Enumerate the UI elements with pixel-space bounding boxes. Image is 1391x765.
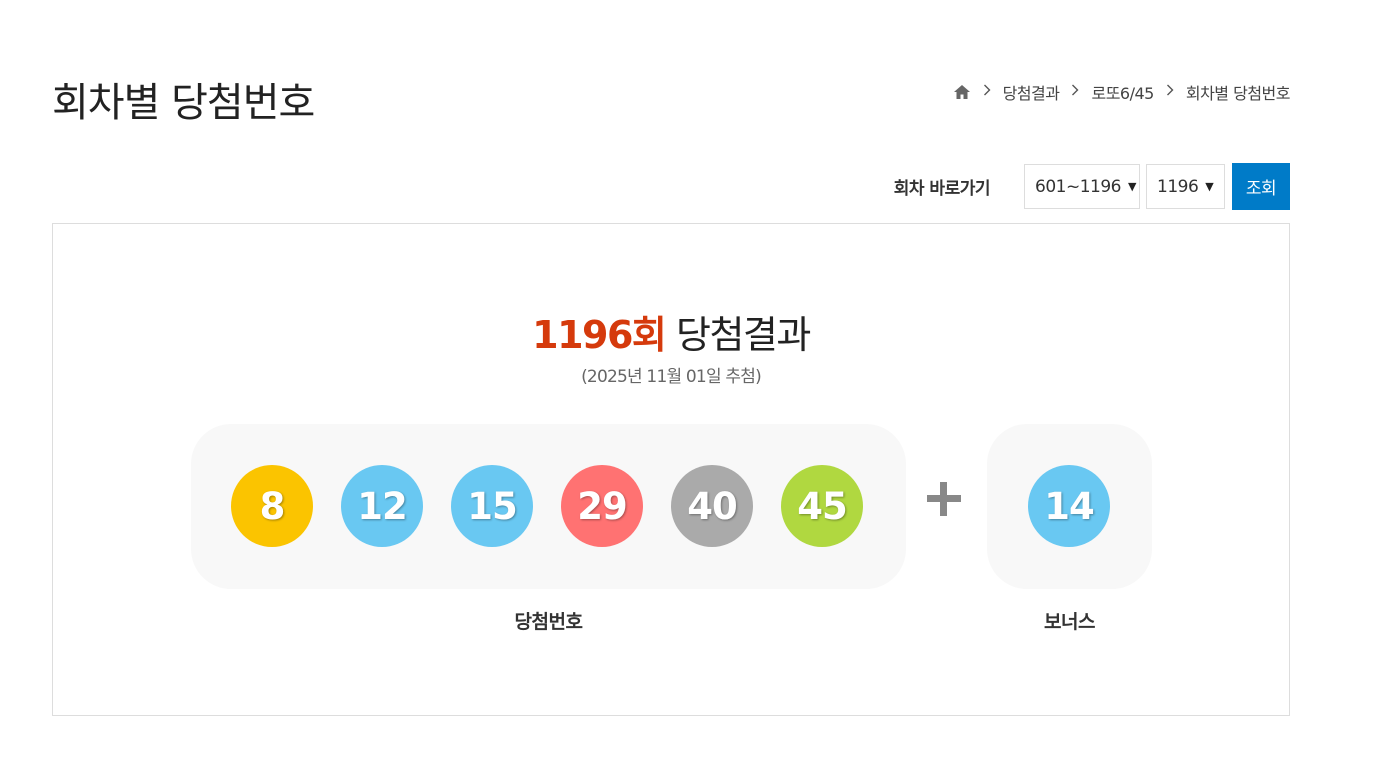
result-title-suffix: 당첨결과 xyxy=(675,313,811,357)
winning-ball: 29 xyxy=(561,465,643,547)
chevron-right-icon xyxy=(1071,84,1079,100)
page-title: 회차별 당첨번호 xyxy=(52,80,315,126)
caret-down-icon: ▼ xyxy=(1127,180,1136,193)
winning-ball: 15 xyxy=(451,465,533,547)
range-select[interactable]: 601~1196 ▼ xyxy=(1024,164,1140,209)
bonus-number-panel: 14 xyxy=(987,424,1152,589)
search-button[interactable]: 조회 xyxy=(1232,163,1290,210)
breadcrumb-item-results[interactable]: 당첨결과 xyxy=(1003,80,1060,104)
breadcrumb-item-lotto[interactable]: 로또6/45 xyxy=(1091,80,1154,104)
winning-numbers-panel: 8 12 15 29 40 45 xyxy=(191,424,906,589)
home-icon[interactable] xyxy=(953,83,971,101)
round-select-value: 1196 xyxy=(1157,176,1199,197)
chevron-right-icon xyxy=(1166,84,1174,100)
plus-icon xyxy=(927,482,961,516)
winning-numbers-label: 당첨번호 xyxy=(514,611,583,633)
bonus-label: 보너스 xyxy=(1044,611,1095,633)
breadcrumb: 당첨결과 로또6/45 회차별 당첨번호 xyxy=(953,80,1291,104)
winning-ball: 12 xyxy=(341,465,423,547)
bonus-ball: 14 xyxy=(1028,465,1110,547)
round-navigation: 회차 바로가기 601~1196 ▼ 1196 ▼ 조회 xyxy=(894,163,1290,210)
round-navigation-label: 회차 바로가기 xyxy=(893,179,991,199)
range-select-value: 601~1196 xyxy=(1035,176,1121,197)
result-panel: 1196회 당첨결과 (2025년 11월 01일 추첨) 8 12 15 29… xyxy=(52,223,1290,716)
winning-ball: 8 xyxy=(231,465,313,547)
winning-ball: 45 xyxy=(781,465,863,547)
result-title: 1196회 당첨결과 xyxy=(53,304,1289,359)
round-select[interactable]: 1196 ▼ xyxy=(1146,164,1225,209)
chevron-right-icon xyxy=(983,84,991,100)
winning-ball: 40 xyxy=(671,465,753,547)
breadcrumb-item-current: 회차별 당첨번호 xyxy=(1185,84,1291,103)
round-number: 1196회 xyxy=(532,313,667,357)
draw-date: (2025년 11월 01일 추첨) xyxy=(581,367,762,387)
caret-down-icon: ▼ xyxy=(1205,180,1214,193)
